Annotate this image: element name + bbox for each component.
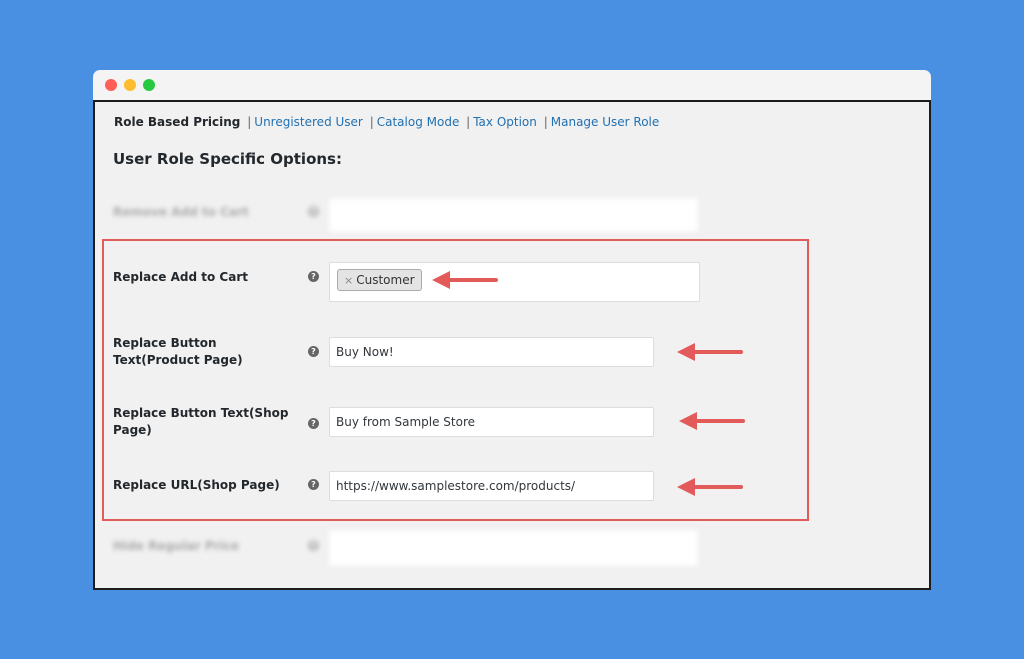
option-label: Remove Add to Cart xyxy=(113,205,249,219)
tab-manage-user-role[interactable]: Manage User Role xyxy=(551,115,660,129)
minimize-window-button[interactable] xyxy=(124,79,136,91)
shop-url-label: Replace URL(Shop Page) xyxy=(113,478,280,492)
help-icon[interactable]: ? xyxy=(308,346,319,357)
blurred-option-row: Remove Add to Cart ? xyxy=(95,198,929,232)
tab-tax-option[interactable]: Tax Option xyxy=(473,115,537,129)
replace-add-to-cart-row: Replace Add to Cart ? × Customer xyxy=(95,262,929,302)
tab-unregistered-user[interactable]: Unregistered User xyxy=(254,115,363,129)
help-icon[interactable]: ? xyxy=(308,418,319,429)
arrow-left-icon xyxy=(677,478,743,496)
settings-page: Role Based Pricing | Unregistered User | C… xyxy=(93,100,931,590)
arrow-left-icon xyxy=(677,343,743,361)
window-titlebar xyxy=(93,70,931,100)
maximize-window-button[interactable] xyxy=(143,79,155,91)
product-button-text-label: Replace Button Text(Product Page) xyxy=(113,336,243,367)
selected-role-label: Customer xyxy=(356,273,415,287)
blurred-option-row: Hide Regular Price ? xyxy=(95,530,929,566)
remove-tag-icon[interactable]: × xyxy=(344,274,353,287)
tab-separator: | xyxy=(247,115,252,129)
tab-separator: | xyxy=(543,115,548,129)
tab-catalog-mode[interactable]: Catalog Mode xyxy=(377,115,460,129)
arrow-left-icon xyxy=(679,412,745,430)
help-icon[interactable]: ? xyxy=(308,479,319,490)
shop-url-row: Replace URL(Shop Page) ? xyxy=(95,470,929,502)
product-button-text-row: Replace Button Text(Product Page) ? xyxy=(95,335,929,369)
page-title: User Role Specific Options: xyxy=(113,150,342,168)
help-icon: ? xyxy=(308,206,319,217)
close-window-button[interactable] xyxy=(105,79,117,91)
help-icon[interactable]: ? xyxy=(308,271,319,282)
blurred-option-field[interactable] xyxy=(329,530,698,566)
blurred-option-field[interactable] xyxy=(329,198,698,232)
shop-button-text-row: Replace Button Text(Shop Page) ? xyxy=(95,405,929,439)
user-role-multiselect[interactable]: × Customer xyxy=(329,262,700,302)
tab-role-based-pricing[interactable]: Role Based Pricing xyxy=(114,115,240,129)
option-label: Hide Regular Price xyxy=(113,539,239,553)
selected-role-tag: × Customer xyxy=(337,269,422,291)
replace-add-to-cart-label: Replace Add to Cart xyxy=(113,270,248,284)
product-button-text-input[interactable] xyxy=(329,337,654,367)
shop-url-input[interactable] xyxy=(329,471,654,501)
shop-button-text-input[interactable] xyxy=(329,407,654,437)
help-icon: ? xyxy=(308,540,319,551)
tab-separator: | xyxy=(369,115,374,129)
shop-button-text-label: Replace Button Text(Shop Page) xyxy=(113,406,289,437)
settings-tabs: Role Based Pricing | Unregistered User | C… xyxy=(114,115,659,129)
browser-window: Role Based Pricing | Unregistered User | C… xyxy=(93,70,931,590)
tab-separator: | xyxy=(466,115,471,129)
arrow-left-icon xyxy=(432,271,498,289)
